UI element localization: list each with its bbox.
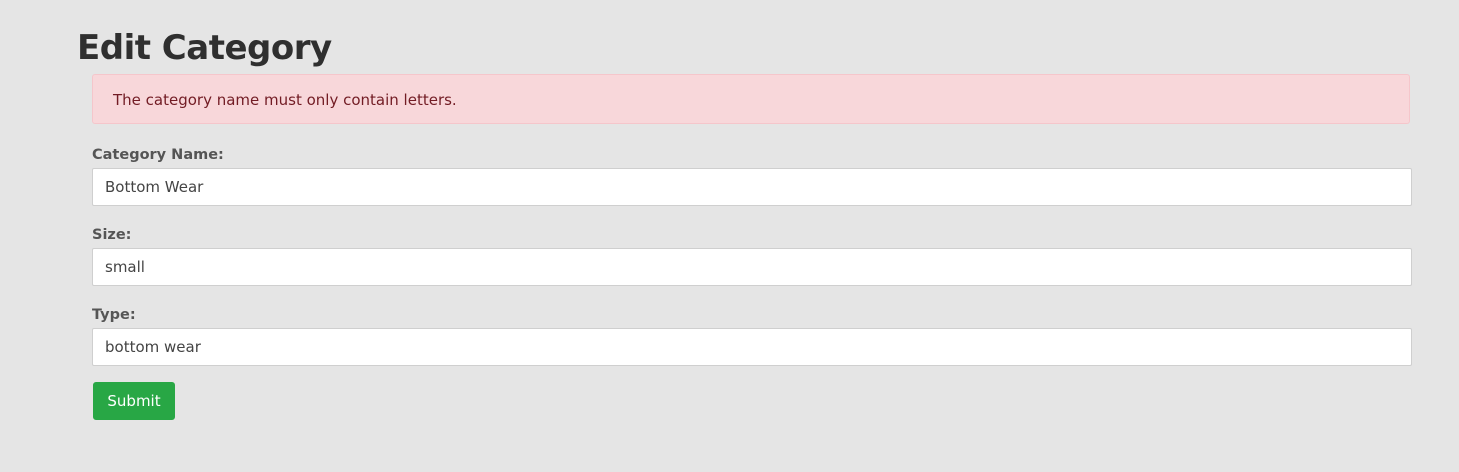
submit-button[interactable]: Submit [93,382,175,420]
category-name-input[interactable] [92,168,1412,206]
page-title: Edit Category [77,28,332,68]
size-label: Size: [92,227,132,243]
type-label: Type: [92,307,136,323]
category-name-label: Category Name: [92,147,224,163]
error-alert: The category name must only contain lett… [92,74,1410,124]
type-input[interactable] [92,328,1412,366]
size-input[interactable] [92,248,1412,286]
